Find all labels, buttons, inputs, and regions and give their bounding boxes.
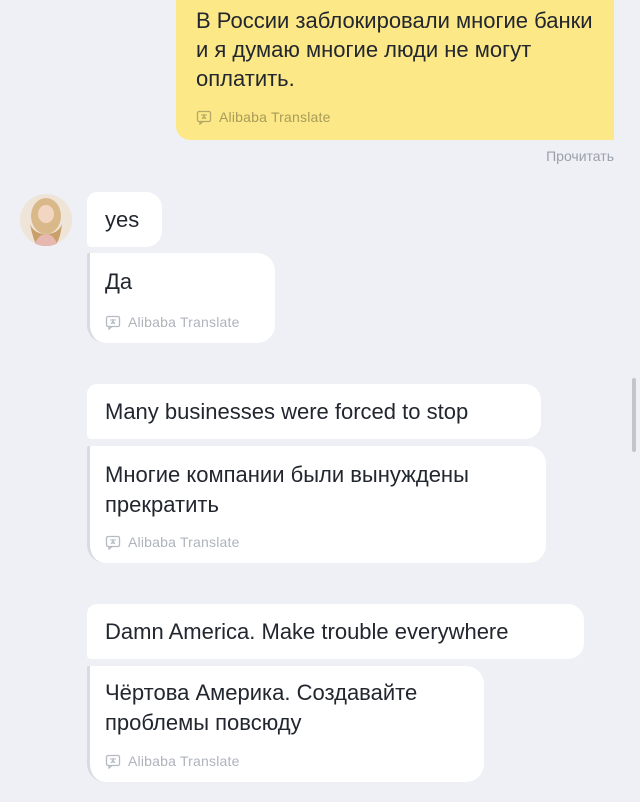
translate-label-text: Alibaba Translate [219, 109, 331, 125]
incoming-message-text: Damn America. Make trouble everywhere [105, 618, 509, 644]
translate-icon [105, 535, 121, 550]
incoming-message-bubble[interactable]: Many businesses were forced to stop [87, 384, 541, 439]
incoming-message-bubble[interactable]: Damn America. Make trouble everywhere [87, 604, 584, 659]
translation-text: Чёртова Америка. Создавайте проблемы пов… [105, 680, 418, 735]
translation-text: Многие компании были вынуждены прекратит… [105, 462, 469, 517]
incoming-message-bubble[interactable]: yes [87, 192, 162, 247]
chat-thread: В России заблокировали многие банки и я … [0, 0, 640, 802]
outgoing-message-bubble[interactable]: В России заблокировали многие банки и я … [176, 0, 614, 140]
translate-label[interactable]: Alibaba Translate [105, 753, 240, 769]
translation-bubble[interactable]: Чёртова Америка. Создавайте проблемы пов… [87, 666, 484, 782]
translation-text: Да [105, 269, 133, 294]
incoming-message-text: Many businesses were forced to stop [105, 398, 469, 424]
incoming-message-text: yes [105, 206, 140, 232]
translate-label-text: Alibaba Translate [128, 314, 240, 330]
translate-label-text: Alibaba Translate [128, 534, 240, 550]
avatar[interactable] [20, 194, 72, 246]
translate-label[interactable]: Alibaba Translate [105, 314, 240, 330]
translate-label[interactable]: Alibaba Translate [105, 534, 240, 550]
outgoing-message-text: В России заблокировали многие банки и я … [196, 8, 593, 91]
translate-icon [196, 110, 212, 125]
translate-icon [105, 754, 121, 769]
translate-label-text: Alibaba Translate [128, 753, 240, 769]
translate-icon [105, 315, 121, 330]
avatar-image [20, 194, 72, 246]
scrollbar-thumb[interactable] [632, 378, 636, 452]
translation-bubble[interactable]: Многие компании были вынуждены прекратит… [87, 446, 546, 563]
translation-bubble[interactable]: Да Alibaba Translate [87, 253, 275, 343]
translate-label[interactable]: Alibaba Translate [196, 109, 331, 125]
read-status: Прочитать [546, 148, 614, 164]
